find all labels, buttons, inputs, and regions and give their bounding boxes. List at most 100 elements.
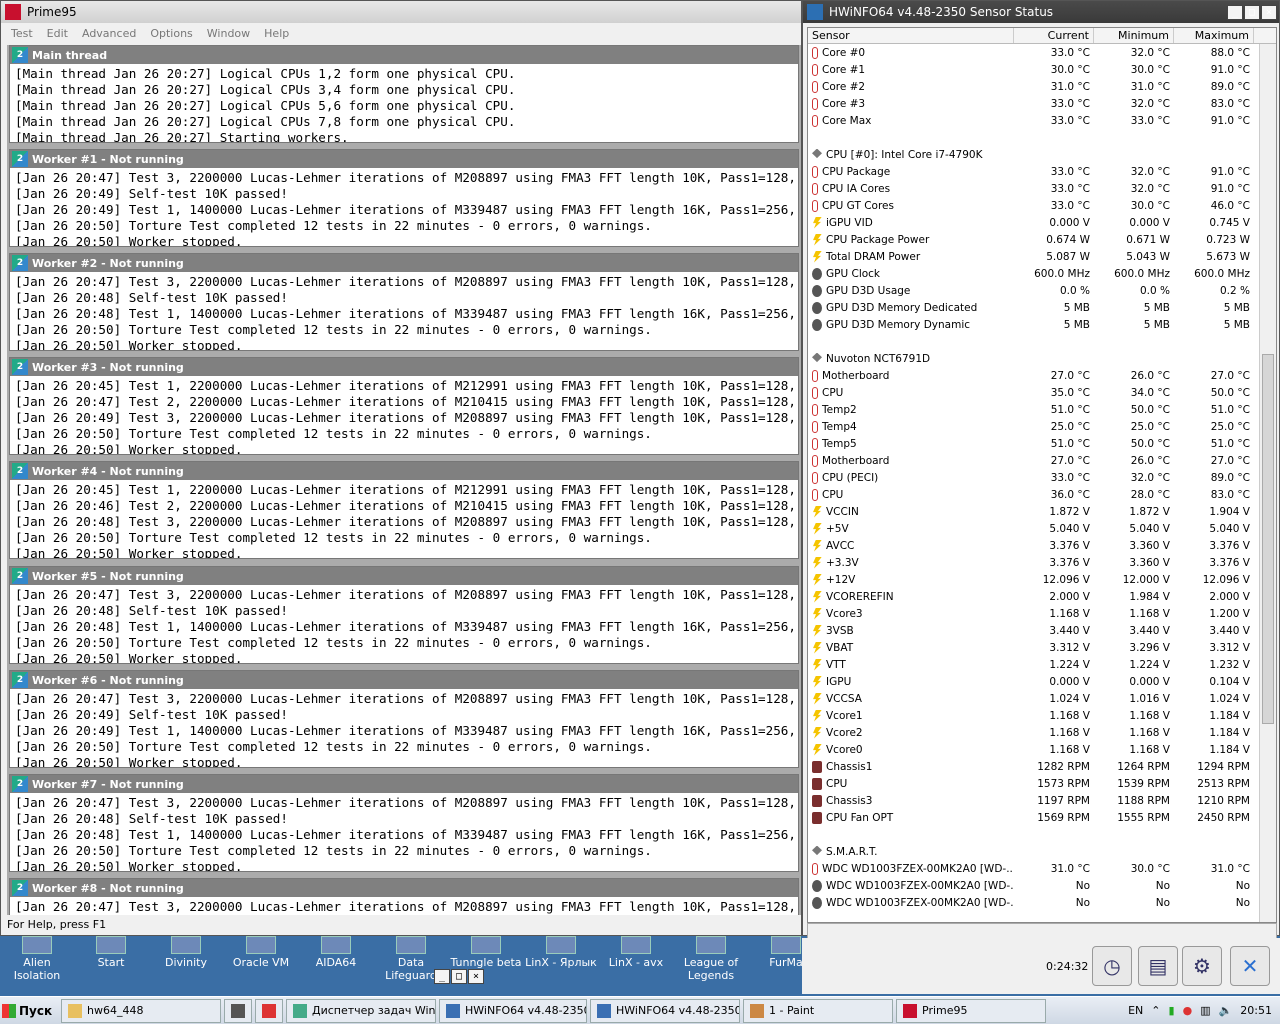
sensor-row[interactable]: Core #3 33.0 °C 32.0 °C 83.0 °C [808, 95, 1276, 112]
taskbar-button[interactable]: Prime95 [896, 998, 1046, 1023]
desktop-shortcut[interactable]: FurMa [749, 936, 823, 969]
menu-item-edit[interactable]: Edit [47, 27, 68, 40]
sensor-row[interactable]: Motherboard 27.0 °C 26.0 °C 27.0 °C [808, 367, 1276, 384]
sensor-row[interactable]: IGPU 0.000 V 0.000 V 0.104 V [808, 673, 1276, 690]
sensor-row[interactable]: iGPU VID 0.000 V 0.000 V 0.745 V [808, 214, 1276, 231]
sensor-row[interactable] [808, 333, 1276, 350]
sensor-row[interactable]: Chassis3 1197 RPM 1188 RPM 1210 RPM [808, 792, 1276, 809]
desktop-shortcut[interactable]: League of Legends [674, 936, 748, 982]
panel-titlebar[interactable]: 2 Worker #2 - Not running [10, 254, 798, 272]
sensor-row[interactable]: GPU D3D Memory Dynamic 5 MB 5 MB 5 MB [808, 316, 1276, 333]
sensor-row[interactable]: Motherboard 27.0 °C 26.0 °C 27.0 °C [808, 452, 1276, 469]
col-current[interactable]: Current [1014, 28, 1094, 43]
sensor-row[interactable]: Temp2 51.0 °C 50.0 °C 51.0 °C [808, 401, 1276, 418]
desktop-shortcut[interactable]: Start [74, 936, 148, 969]
minimize-button[interactable]: _ [1227, 4, 1243, 20]
taskbar-button[interactable] [224, 998, 252, 1023]
desktop-shortcut[interactable]: Tunngle beta [449, 936, 523, 969]
worker-panel[interactable]: 2 Worker #3 - Not running [Jan 26 20:45] T… [9, 357, 799, 455]
sensor-row[interactable]: Chassis1 1282 RPM 1264 RPM 1294 RPM [808, 758, 1276, 775]
close-button[interactable]: × [1261, 4, 1277, 20]
sensor-row[interactable]: CPU Fan OPT 1569 RPM 1555 RPM 2450 RPM [808, 809, 1276, 826]
sensor-row[interactable]: Core #1 30.0 °C 30.0 °C 91.0 °C [808, 61, 1276, 78]
sensor-row[interactable]: Vcore3 1.168 V 1.168 V 1.200 V [808, 605, 1276, 622]
sensor-row[interactable]: CPU (PECI) 33.0 °C 32.0 °C 89.0 °C [808, 469, 1276, 486]
worker-panel[interactable]: 2 Worker #6 - Not running [Jan 26 20:47] T… [9, 670, 799, 768]
panel-titlebar[interactable]: 2 Worker #8 - Not running [10, 879, 798, 897]
taskbar-button[interactable] [255, 998, 283, 1023]
worker-panel[interactable]: 2 Worker #2 - Not running [Jan 26 20:47] T… [9, 253, 799, 351]
gear-icon[interactable]: ⚙ [1182, 946, 1222, 986]
sensor-row[interactable]: VCCSA 1.024 V 1.016 V 1.024 V [808, 690, 1276, 707]
sensor-row[interactable]: CPU [#0]: Intel Core i7-4790K [808, 146, 1276, 163]
horizontal-scrollbar[interactable] [807, 923, 1277, 939]
hwinfo-titlebar[interactable]: HWiNFO64 v4.48-2350 Sensor Status _ □ × [803, 1, 1279, 23]
sensor-row[interactable]: CPU 35.0 °C 34.0 °C 50.0 °C [808, 384, 1276, 401]
clock-icon[interactable]: ◷ [1092, 946, 1132, 986]
sensor-row[interactable]: Total DRAM Power 5.087 W 5.043 W 5.673 W [808, 248, 1276, 265]
sensor-row[interactable]: CPU GT Cores 33.0 °C 30.0 °C 46.0 °C [808, 197, 1276, 214]
worker-panel[interactable]: 2 Worker #8 - Not running [Jan 26 20:47] T… [9, 878, 799, 915]
network-icon[interactable]: ▥ [1200, 1004, 1210, 1017]
min-restore-button[interactable]: _ [434, 969, 450, 984]
taskbar-button[interactable]: HWiNFO64 v4.48-2350 [439, 998, 587, 1023]
sensor-row[interactable]: VCOREREFIN 2.000 V 1.984 V 2.000 V [808, 588, 1276, 605]
sensor-row[interactable]: +5V 5.040 V 5.040 V 5.040 V [808, 520, 1276, 537]
panel-titlebar[interactable]: 2 Worker #5 - Not running [10, 567, 798, 585]
report-add-icon[interactable]: ▤ [1138, 946, 1178, 986]
sensor-row[interactable]: Vcore2 1.168 V 1.168 V 1.184 V [808, 724, 1276, 741]
prime95-titlebar[interactable]: Prime95 [1, 1, 801, 23]
volume-icon[interactable]: 🔈 [1219, 1004, 1233, 1017]
col-sensor[interactable]: Sensor [808, 28, 1014, 43]
sensor-row[interactable]: Nuvoton NCT6791D [808, 350, 1276, 367]
worker-panel[interactable]: 2 Main thread [Main thread Jan 26 20:27] L… [9, 45, 799, 143]
sensor-row[interactable]: GPU Clock 600.0 MHz 600.0 MHz 600.0 MHz [808, 265, 1276, 282]
panel-titlebar[interactable]: 2 Worker #4 - Not running [10, 462, 798, 480]
col-maximum[interactable]: Maximum [1174, 28, 1254, 43]
desktop-shortcut[interactable]: Divinity [149, 936, 223, 969]
menu-item-help[interactable]: Help [264, 27, 289, 40]
menu-item-test[interactable]: Test [11, 27, 33, 40]
worker-panel[interactable]: 2 Worker #4 - Not running [Jan 26 20:45] T… [9, 461, 799, 559]
sensor-row[interactable]: GPU D3D Memory Dedicated 5 MB 5 MB 5 MB [808, 299, 1276, 316]
panel-titlebar[interactable]: 2 Worker #6 - Not running [10, 671, 798, 689]
col-minimum[interactable]: Minimum [1094, 28, 1174, 43]
clock[interactable]: 20:51 [1240, 1004, 1272, 1017]
sensor-row[interactable]: Core #2 31.0 °C 31.0 °C 89.0 °C [808, 78, 1276, 95]
sensor-row[interactable]: +3.3V 3.376 V 3.360 V 3.376 V [808, 554, 1276, 571]
desktop-shortcut[interactable]: Alien Isolation [0, 936, 74, 982]
sensor-row[interactable] [808, 826, 1276, 843]
chrome-tray-icon[interactable]: ● [1183, 1004, 1193, 1017]
menu-item-window[interactable]: Window [207, 27, 250, 40]
maximize-button[interactable]: □ [1244, 4, 1260, 20]
taskbar-button[interactable]: HWiNFO64 v4.48-2350 ... [590, 998, 740, 1023]
sensor-row[interactable]: CPU Package Power 0.674 W 0.671 W 0.723 W [808, 231, 1276, 248]
min-maximize-button[interactable]: □ [451, 969, 467, 984]
desktop-shortcut[interactable]: LinX - avx [599, 936, 673, 969]
panel-titlebar[interactable]: 2 Worker #7 - Not running [10, 775, 798, 793]
desktop-shortcut[interactable]: AIDA64 [299, 936, 373, 969]
start-button[interactable]: Пуск [2, 999, 58, 1023]
close-icon[interactable]: ✕ [1230, 946, 1270, 986]
taskbar-button[interactable]: 1 - Paint [743, 998, 893, 1023]
sensor-row[interactable]: CPU IA Cores 33.0 °C 32.0 °C 91.0 °C [808, 180, 1276, 197]
sensor-row[interactable]: VBAT 3.312 V 3.296 V 3.312 V [808, 639, 1276, 656]
taskbar-button[interactable]: Диспетчер задач Wind... [286, 998, 436, 1023]
sensor-row[interactable]: S.M.A.R.T. [808, 843, 1276, 860]
sensor-row[interactable]: VCCIN 1.872 V 1.872 V 1.904 V [808, 503, 1276, 520]
sensor-row[interactable]: AVCC 3.376 V 3.360 V 3.376 V [808, 537, 1276, 554]
sensor-row[interactable]: GPU D3D Usage 0.0 % 0.0 % 0.2 % [808, 282, 1276, 299]
sensor-row[interactable]: WDC WD1003FZEX-00MK2A0 [WD-... No No No [808, 894, 1276, 911]
menu-item-advanced[interactable]: Advanced [82, 27, 136, 40]
desktop-shortcut[interactable]: Oracle VM [224, 936, 298, 969]
sensor-row[interactable]: WDC WD1003FZEX-00MK2A0 [WD-... No No No [808, 877, 1276, 894]
panel-titlebar[interactable]: 2 Main thread [10, 46, 798, 64]
language-indicator[interactable]: EN [1128, 1004, 1143, 1017]
sensor-row[interactable]: VTT 1.224 V 1.224 V 1.232 V [808, 656, 1276, 673]
desktop-shortcut[interactable]: LinX - Ярлык [524, 936, 598, 969]
sensor-row[interactable]: CPU 1573 RPM 1539 RPM 2513 RPM [808, 775, 1276, 792]
sensor-row[interactable] [808, 129, 1276, 146]
sensor-row[interactable]: Vcore0 1.168 V 1.168 V 1.184 V [808, 741, 1276, 758]
sensor-row[interactable]: +12V 12.096 V 12.000 V 12.096 V [808, 571, 1276, 588]
sensor-row[interactable]: 3VSB 3.440 V 3.440 V 3.440 V [808, 622, 1276, 639]
